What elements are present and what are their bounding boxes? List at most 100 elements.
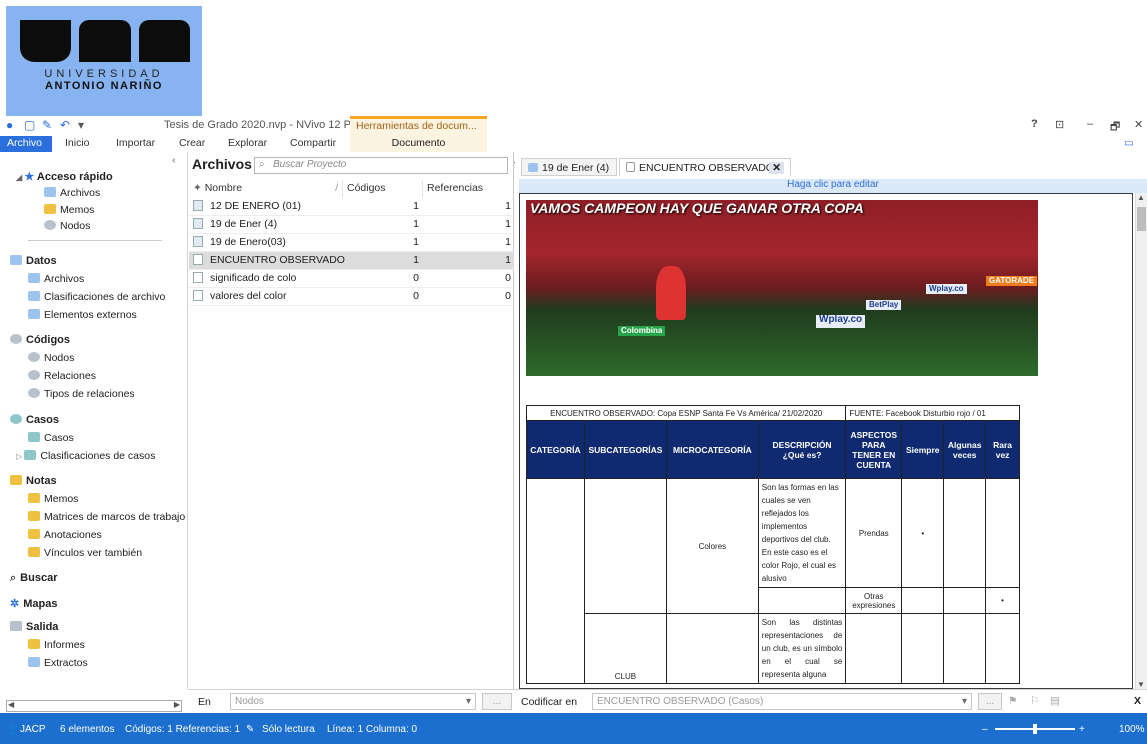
edit-bar[interactable]: Haga clic para editar [519,179,1147,193]
uncode-icon[interactable]: ⚐ [1030,695,1039,707]
codigos-nodos[interactable]: Nodos [28,352,74,364]
row-name: significado de colo [210,272,297,284]
close-tab-icon[interactable]: ✕ [769,162,784,174]
in-browse-button[interactable]: ... [482,693,512,710]
list-row[interactable]: valores del color 0 0 [189,288,514,306]
notas-vinculos[interactable]: Vínculos ver también [28,547,142,559]
cell-empty [943,613,987,684]
tab-crear[interactable]: Crear [179,137,205,149]
notas-matrices[interactable]: Matrices de marcos de trabajo [28,511,185,523]
restore-button[interactable]: 🗗 [1110,118,1120,137]
datos-clasificaciones[interactable]: Clasificaciones de archivo [28,291,165,303]
casos-casos[interactable]: Casos [28,432,74,444]
column-header-name[interactable]: ✦ Nombre / [189,180,343,198]
cell-subcategoria [583,478,667,614]
codigos-tipos[interactable]: Tipos de relaciones [28,388,135,400]
tab-importar[interactable]: Importar [116,137,155,149]
in-select[interactable]: Nodos ▾ [230,693,476,710]
scroll-thumb[interactable] [1137,207,1146,231]
codigos-relaciones[interactable]: Relaciones [28,370,96,382]
mapas-header[interactable]: ✲ Mapas [10,597,57,610]
zoom-slider-knob[interactable] [1033,724,1037,734]
salida-informes[interactable]: Informes [28,639,85,651]
tab-documento[interactable]: Documento [350,136,487,152]
document-file-icon [193,290,203,301]
row-codes: 1 [413,200,419,212]
casos-clasificaciones[interactable]: ▷ Clasificaciones de casos [16,450,155,462]
notas-anotaciones[interactable]: Anotaciones [28,529,102,541]
code-bar: En Nodos ▾ ... Codificar en ENCUENTRO OBS… [188,689,1147,713]
codigos-header[interactable]: Códigos [10,334,70,346]
scroll-left-icon[interactable]: ◀ [8,700,14,709]
cell-empty [901,613,945,684]
cell-aspect-otras: Otras expresiones [845,587,903,614]
cell-empty [943,587,987,614]
coding-stripes-icon[interactable]: ▤ [1050,695,1060,707]
document-scrollbar[interactable]: ▲ ▼ [1135,193,1147,689]
datos-archivos[interactable]: Archivos [28,273,84,285]
save-icon[interactable]: ▢ [24,118,35,132]
ribbon-display-button[interactable]: ⊡ [1055,118,1064,131]
column-header-codes[interactable]: Códigos [343,180,423,198]
photo-ad: Wplay.co [816,315,866,328]
cell-empty [845,613,903,684]
list-row[interactable]: 19 de Enero(03) 1 1 [189,234,514,252]
minimize-button[interactable]: – [1087,118,1093,130]
quick-access-header[interactable]: ◢ ★ Acceso rápido [16,170,113,183]
notas-memos[interactable]: Memos [28,493,78,505]
tab-inicio[interactable]: Inicio [65,137,90,149]
customize-icon[interactable]: ▾ [78,118,84,132]
row-name: 12 DE ENERO (01) [210,200,302,212]
scroll-right-icon[interactable]: ▶ [174,700,180,709]
expand-icon[interactable]: ▷ [16,452,24,461]
quick-archivos[interactable]: Archivos [44,187,100,199]
photo-ad: BetPlay [866,300,902,310]
notas-header[interactable]: Notas [10,475,57,487]
navigation-pane: ‹ ◢ ★ Acceso rápido Archivos Memos Nodos… [0,152,188,689]
datos-externos[interactable]: Elementos externos [28,309,137,321]
document-icon [626,162,635,172]
comments-icon[interactable]: ▭ [1124,137,1134,149]
edit-icon[interactable]: ✎ [42,118,52,132]
list-row[interactable]: 12 DE ENERO (01) 1 1 [189,198,514,216]
list-row[interactable]: ENCUENTRO OBSERVADO 1 1 [189,252,514,270]
quick-nodos[interactable]: Nodos [44,220,90,232]
photo-ad: Wplay.co [926,284,967,294]
row-name: 19 de Enero(03) [210,236,286,248]
list-row[interactable]: significado de colo 0 0 [189,270,514,288]
scroll-down-icon[interactable]: ▼ [1137,680,1145,689]
undo-icon[interactable]: ↶ [60,118,70,132]
code-browse-button[interactable]: ... [978,693,1002,710]
datos-header[interactable]: Datos [10,255,57,267]
header-microcategoria: MICROCATEGORÍA [665,420,759,479]
image-icon [528,163,538,172]
casos-header[interactable]: Casos [10,414,59,426]
code-icon[interactable]: ⚑ [1008,695,1017,707]
buscar-header[interactable]: ⌕ Buscar [10,572,57,585]
row-refs: 1 [505,236,511,248]
close-button[interactable]: ✕ [1134,118,1143,131]
collapse-nav-icon[interactable]: ‹ [172,154,176,166]
nav-horizontal-scrollbar[interactable]: ◀ ▶ [6,700,182,712]
tab-encuentro-observado[interactable]: ENCUENTRO OBSERVADO ✕ [619,158,791,176]
tab-compartir[interactable]: Compartir [290,137,336,149]
tab-archivo[interactable]: Archivo [0,136,52,152]
column-header-refs[interactable]: Referencias [423,180,514,198]
quick-memos[interactable]: Memos [44,204,94,216]
search-project-input[interactable]: ⌕ Buscar Proyecto ▾ [254,157,519,174]
zoom-in-button[interactable]: + [1079,724,1085,735]
code-in-select[interactable]: ENCUENTRO OBSERVADO (Casos) ▾ [592,693,972,710]
nvivo-icon[interactable]: ● [6,118,13,132]
zoom-slider[interactable] [995,724,1075,734]
close-bar-button[interactable]: X [1134,695,1141,707]
tab-19-de-ener[interactable]: 19 de Ener (4) [521,158,617,176]
zoom-out-button[interactable]: – [982,724,988,735]
tab-explorar[interactable]: Explorar [228,137,267,149]
salida-extractos[interactable]: Extractos [28,657,88,669]
help-button[interactable]: ? [1031,118,1038,130]
cell-aspect-prendas: Prendas [845,478,903,588]
list-row[interactable]: 19 de Ener (4) 1 1 [189,216,514,234]
salida-header[interactable]: Salida [10,621,58,633]
scroll-up-icon[interactable]: ▲ [1137,193,1145,202]
cell-rara-mark: • [985,587,1020,614]
